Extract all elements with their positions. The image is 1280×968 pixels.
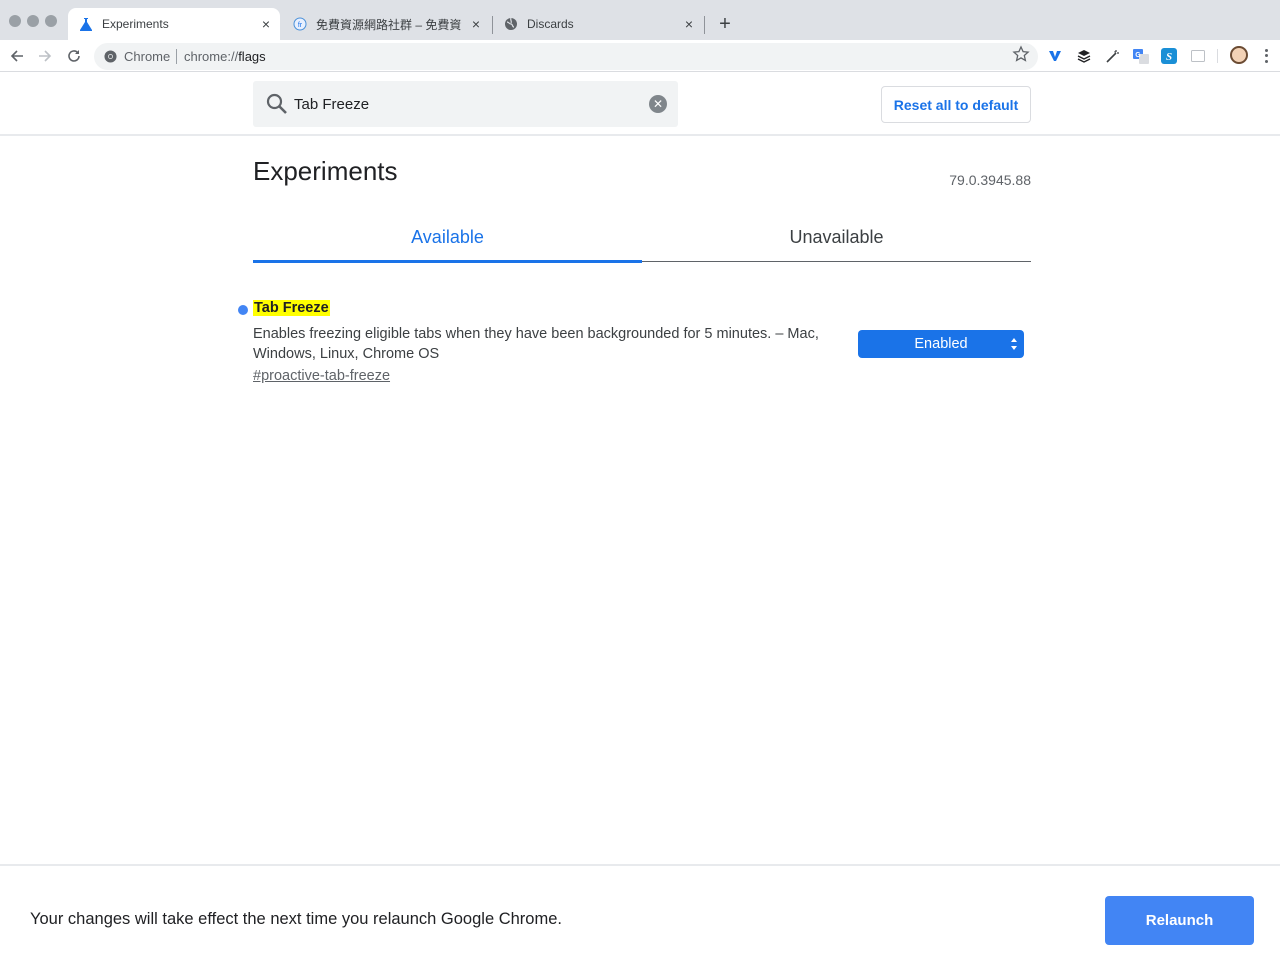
tab-title: Discards <box>527 17 574 31</box>
extension-wand-icon[interactable] <box>1104 48 1120 64</box>
select-arrows-icon <box>1011 338 1017 350</box>
back-arrow-icon <box>10 50 23 62</box>
svg-text:G: G <box>1135 52 1141 59</box>
url-scheme: chrome:// <box>184 49 239 64</box>
back-button[interactable] <box>7 46 27 66</box>
flask-icon <box>78 16 94 32</box>
omnibox-chip: Chrome <box>124 49 171 64</box>
toolbar-divider <box>1217 49 1218 63</box>
search-input[interactable] <box>294 93 634 115</box>
address-bar[interactable]: Chrome chrome://flags <box>94 43 1038 70</box>
extension-translate-icon[interactable]: G <box>1133 48 1149 64</box>
tab-unavailable[interactable]: Unavailable <box>642 212 1031 262</box>
relaunch-button[interactable]: Relaunch <box>1105 896 1254 945</box>
page-title: Experiments <box>253 156 398 186</box>
tab-available[interactable]: Available <box>253 212 642 263</box>
svg-text:S: S <box>1166 51 1172 63</box>
forward-button[interactable] <box>35 46 55 66</box>
menu-dots-icon[interactable] <box>1258 48 1274 64</box>
tab-title: 免費資源網路社群 – 免費資源指 <box>316 17 462 32</box>
close-tab-icon[interactable]: × <box>258 16 274 32</box>
close-tab-icon[interactable]: × <box>468 16 484 32</box>
site-favicon: fr <box>292 16 308 32</box>
experiment-tabs: Available Unavailable <box>253 212 1031 263</box>
relaunch-footer: Your changes will take effect the next t… <box>0 864 1280 968</box>
version-number: 79.0.3945.88 <box>949 172 1031 188</box>
tab-free-resource[interactable]: fr 免費資源網路社群 – 免費資源指 × <box>282 8 490 40</box>
omnibox-url[interactable]: chrome://flags <box>184 49 266 64</box>
relaunch-message: Your changes will take effect the next t… <box>30 910 562 928</box>
experiment-permalink[interactable]: #proactive-tab-freeze <box>253 368 390 384</box>
profile-avatar[interactable] <box>1230 46 1248 64</box>
modified-indicator <box>238 305 248 315</box>
omnibox-separator <box>176 49 177 64</box>
extension-blank-icon[interactable] <box>1190 48 1206 64</box>
extension-layers-icon[interactable] <box>1076 48 1092 64</box>
extension-v-icon[interactable] <box>1047 48 1063 64</box>
clear-search-icon[interactable]: ✕ <box>649 95 667 113</box>
browser-toolbar: Chrome chrome://flags G S <box>0 40 1280 72</box>
experiment-state-select[interactable]: Enabled <box>858 330 1024 358</box>
search-icon <box>266 93 287 114</box>
reload-button[interactable] <box>64 46 84 66</box>
reload-icon <box>68 50 80 62</box>
flags-header: ✕ Reset all to default <box>0 73 1280 136</box>
minimize-window-button[interactable] <box>27 15 39 27</box>
new-tab-button[interactable]: + <box>715 14 735 34</box>
experiment-name: Tab Freeze <box>253 300 330 316</box>
zoom-window-button[interactable] <box>45 15 57 27</box>
tab-discards[interactable]: Discards × <box>493 8 703 40</box>
tab-strip: Experiments × fr 免費資源網路社群 – 免費資源指 × Disc… <box>0 0 1280 40</box>
globe-icon <box>503 16 519 32</box>
url-host: flags <box>238 49 266 64</box>
tab-experiments[interactable]: Experiments × <box>68 8 280 40</box>
search-box: ✕ <box>253 81 678 127</box>
bookmark-star-icon[interactable] <box>1012 45 1030 63</box>
experiment-description: Enables freezing eligible tabs when they… <box>253 326 819 362</box>
select-value: Enabled <box>914 336 968 352</box>
extension-s-icon[interactable]: S <box>1161 48 1177 64</box>
forward-arrow-icon <box>39 50 52 62</box>
chrome-logo-icon <box>104 50 117 63</box>
tab-title: Experiments <box>102 17 169 31</box>
tab-separator <box>704 16 705 34</box>
close-tab-icon[interactable]: × <box>681 16 697 32</box>
reset-all-button[interactable]: Reset all to default <box>881 86 1031 123</box>
close-window-button[interactable] <box>9 15 21 27</box>
svg-text:fr: fr <box>298 22 303 29</box>
